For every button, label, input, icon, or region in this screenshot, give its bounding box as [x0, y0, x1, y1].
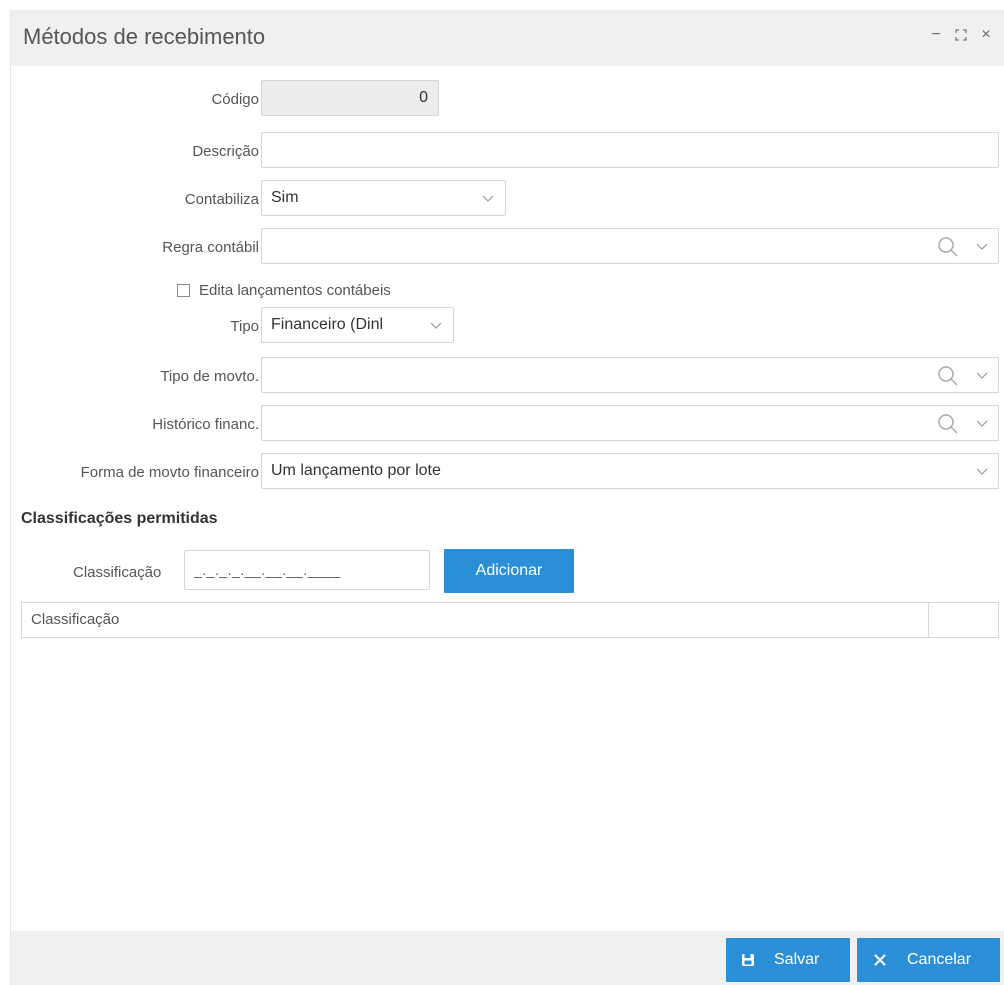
- regra-contabil-label: Regra contábil: [162, 239, 259, 256]
- forma-movto-select[interactable]: Um lançamento por lote: [261, 453, 999, 489]
- classificacoes-grid: Classificação: [21, 602, 999, 638]
- grid-column-divider: [928, 603, 929, 637]
- search-icon[interactable]: [936, 364, 960, 388]
- descricao-label: Descrição: [192, 143, 259, 160]
- contabiliza-select[interactable]: Sim: [261, 180, 506, 216]
- codigo-label: Código: [211, 91, 259, 108]
- historico-financ-label: Histórico financ.: [152, 416, 259, 433]
- contabiliza-label: Contabiliza: [184, 191, 259, 208]
- tipo-label: Tipo: [230, 318, 259, 335]
- classificacoes-section-title: Classificações permitidas: [21, 510, 218, 527]
- chevron-down-icon[interactable]: [974, 229, 990, 263]
- chevron-down-icon: [482, 195, 494, 202]
- dialog-titlebar: Métodos de recebimento − ×: [11, 10, 1004, 66]
- classificacao-mask: _._._._.__.__.__.____: [194, 562, 341, 578]
- minimize-icon[interactable]: −: [927, 26, 945, 44]
- salvar-button[interactable]: Salvar: [726, 938, 850, 982]
- close-icon[interactable]: ×: [977, 26, 995, 44]
- dialog-footer: Salvar Cancelar: [11, 931, 1004, 985]
- edita-lancamentos-label: Edita lançamentos contábeis: [199, 282, 391, 299]
- save-icon: [742, 954, 754, 966]
- tipo-movto-lookup[interactable]: [261, 357, 999, 393]
- codigo-field: 0: [261, 80, 439, 116]
- chevron-down-icon[interactable]: [974, 358, 990, 392]
- tipo-select[interactable]: Financeiro (Dinl: [261, 307, 454, 343]
- chevron-down-icon[interactable]: [974, 406, 990, 440]
- close-icon: [874, 954, 886, 966]
- chevron-down-icon: [976, 468, 988, 475]
- dialog-metodos-recebimento: Métodos de recebimento − × Código 0 Desc…: [10, 10, 1004, 985]
- salvar-label: Salvar: [774, 951, 820, 968]
- forma-movto-label: Forma de movto financeiro: [80, 464, 259, 481]
- adicionar-button[interactable]: Adicionar: [444, 549, 574, 593]
- search-icon[interactable]: [936, 412, 960, 436]
- forma-movto-value: Um lançamento por lote: [271, 462, 441, 479]
- historico-financ-lookup[interactable]: [261, 405, 999, 441]
- tipo-movto-label: Tipo de movto.: [160, 368, 259, 385]
- classificacao-label: Classificação: [73, 564, 162, 581]
- cancelar-button[interactable]: Cancelar: [857, 938, 1000, 982]
- search-icon[interactable]: [936, 235, 960, 259]
- maximize-icon[interactable]: [952, 26, 970, 44]
- tipo-value: Financeiro (Dinl: [271, 316, 384, 333]
- classificacao-input[interactable]: _._._._.__.__.__.____: [184, 550, 430, 590]
- dialog-title: Métodos de recebimento: [23, 24, 266, 49]
- contabiliza-value: Sim: [271, 189, 299, 206]
- descricao-input[interactable]: [261, 132, 999, 168]
- chevron-down-icon: [430, 322, 442, 329]
- grid-header-classificacao[interactable]: Classificação: [31, 611, 119, 628]
- edita-lancamentos-checkbox[interactable]: [177, 284, 190, 297]
- regra-contabil-lookup[interactable]: [261, 228, 999, 264]
- cancelar-label: Cancelar: [907, 951, 972, 968]
- codigo-value: 0: [419, 89, 428, 106]
